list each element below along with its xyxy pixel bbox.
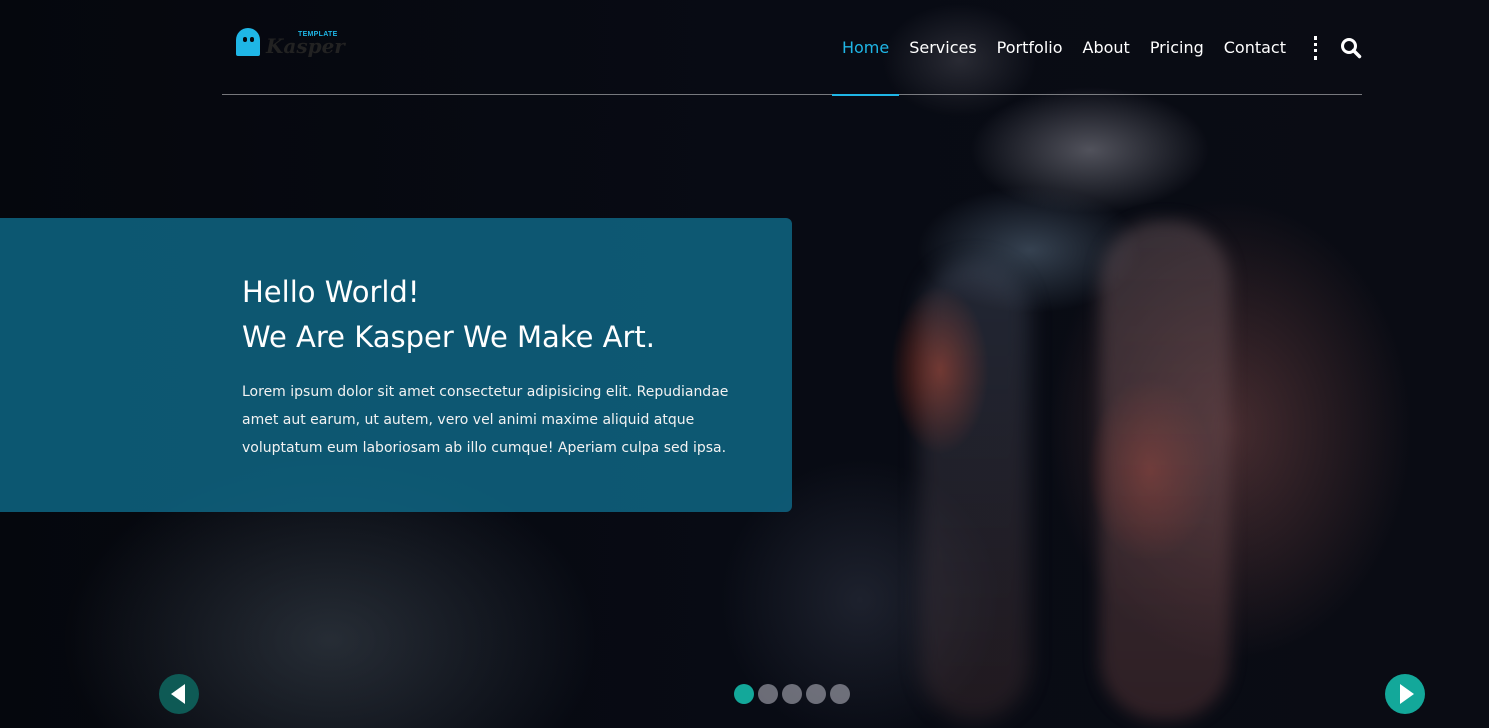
site-header: Kasper TEMPLATE Home Services Portfolio … — [222, 0, 1362, 96]
nav-home[interactable]: Home — [831, 0, 900, 96]
ghost-logo-icon — [236, 28, 260, 56]
hero-description: Lorem ipsum dolor sit amet consectetur a… — [242, 384, 729, 456]
background-photo-detail — [1100, 220, 1230, 720]
nav-contact[interactable]: Contact — [1214, 0, 1296, 95]
nav-about[interactable]: About — [1073, 0, 1140, 95]
nav-services[interactable]: Services — [899, 0, 986, 95]
slider-bullet-3[interactable] — [782, 684, 802, 704]
slider-bullet-5[interactable] — [830, 684, 850, 704]
site-logo[interactable]: Kasper TEMPLATE — [236, 26, 345, 62]
hero-title: Hello World! We Are Kasper We Make Art. — [242, 270, 762, 360]
background-photo-detail — [920, 260, 1030, 720]
hero-title-line1: Hello World! — [242, 275, 420, 309]
vertical-dots-icon[interactable] — [1314, 35, 1318, 60]
slider-bullet-4[interactable] — [806, 684, 826, 704]
slider-bullets — [734, 684, 850, 704]
chevron-right-icon[interactable] — [1385, 674, 1425, 714]
logo-tagline: TEMPLATE — [298, 31, 338, 38]
slider-bullet-1[interactable] — [734, 684, 754, 704]
nav-portfolio[interactable]: Portfolio — [987, 0, 1073, 95]
hero-text-panel: Hello World! We Are Kasper We Make Art. … — [0, 218, 792, 512]
slider-bullet-2[interactable] — [758, 684, 778, 704]
main-nav: Home Services Portfolio About Pricing Co… — [831, 0, 1362, 96]
search-icon[interactable] — [1340, 37, 1362, 59]
chevron-left-icon[interactable] — [159, 674, 199, 714]
nav-pricing[interactable]: Pricing — [1140, 0, 1214, 95]
hero-title-line2: We Are Kasper We Make Art. — [242, 320, 655, 354]
